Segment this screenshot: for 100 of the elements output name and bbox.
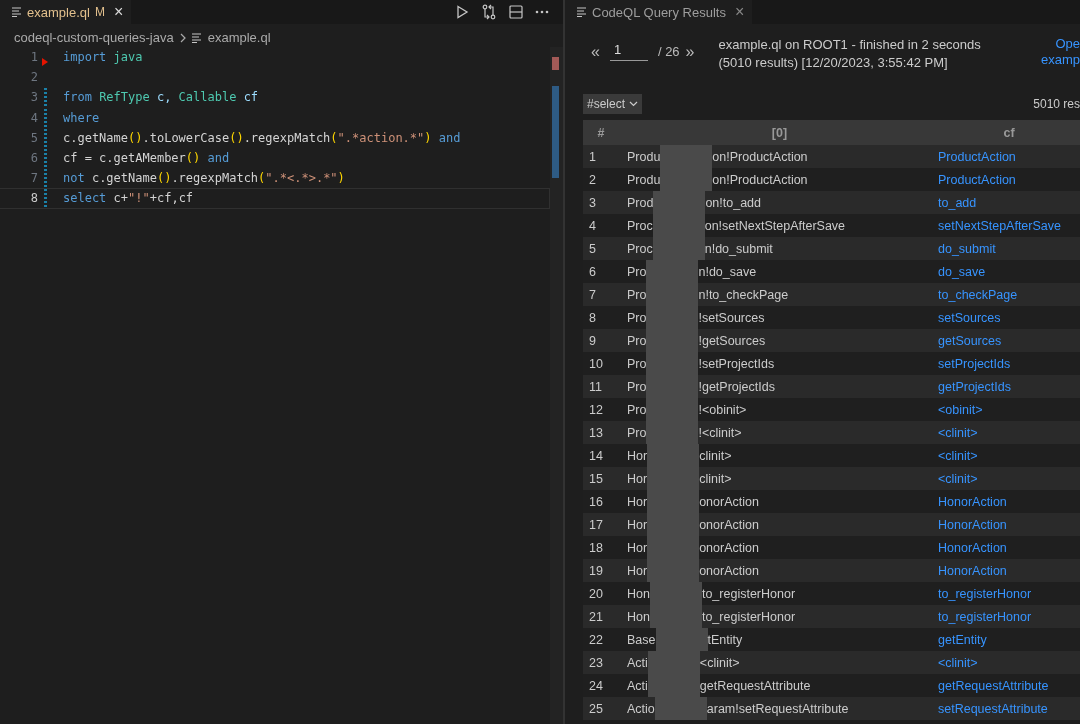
result-link[interactable]: <clinit> (938, 471, 978, 486)
previous-page-button[interactable]: « (591, 42, 600, 61)
row-number: 6 (588, 264, 597, 279)
compare-icon[interactable] (481, 4, 497, 20)
open-query-link[interactable]: Ope (1055, 36, 1080, 52)
column-header[interactable]: cf (932, 125, 1080, 140)
cell-text: aram!setRequestAttribute (706, 701, 849, 716)
row-number: 16 (588, 494, 604, 509)
close-button[interactable]: × (734, 3, 745, 21)
cell-text: Hor (627, 563, 648, 578)
row-number: 3 (588, 195, 597, 210)
line-number: 7 (29, 171, 38, 186)
cell-text: getRequestAttribute (699, 678, 811, 693)
line-number: 8 (29, 191, 38, 206)
cell-text: Pro (627, 379, 647, 394)
line-number: 6 (29, 151, 38, 166)
result-link[interactable]: to_registerHonor (938, 586, 1032, 601)
breadcrumb-item[interactable]: codeql-custom-queries-java (14, 30, 174, 45)
open-query-link[interactable]: examp (1040, 52, 1080, 68)
result-link[interactable]: setProjectIds (938, 356, 1011, 371)
row-number: 23 (588, 655, 604, 670)
results-tab[interactable]: CodeQL Query Results × (565, 0, 753, 24)
row-number: 18 (588, 540, 604, 555)
result-link[interactable]: <obinit> (938, 402, 983, 417)
cell-text: Proc (627, 218, 653, 233)
cell-text: Hon (627, 586, 650, 601)
page-total: / 26 (657, 44, 680, 59)
result-link[interactable]: do_save (938, 264, 986, 279)
result-link[interactable]: <clinit> (938, 655, 978, 670)
code-line: from RefType c, Callable cf (63, 90, 259, 105)
run-icon[interactable] (455, 5, 469, 19)
result-link[interactable]: do_submit (938, 241, 996, 256)
breadcrumb-item[interactable]: example.ql (207, 30, 271, 45)
next-page-button[interactable]: » (685, 42, 695, 61)
result-link[interactable]: <clinit> (938, 448, 978, 463)
result-link[interactable]: HonorAction (938, 540, 1007, 555)
result-set-dropdown[interactable]: #select (583, 94, 643, 114)
column-header[interactable]: [0] (619, 125, 932, 140)
code-line: c.getName().toLowerCase().regexpMatch(".*action.*") and (63, 130, 461, 145)
cell-text: !<clinit> (698, 425, 742, 440)
cell-text: clinit> (699, 471, 732, 486)
result-link[interactable]: HonorAction (938, 494, 1007, 509)
cell-text: Pro (627, 402, 647, 417)
result-link[interactable]: setRequestAttribute (938, 701, 1048, 716)
cell-text: Acti (627, 655, 648, 670)
line-number: 1 (29, 50, 38, 65)
cell-text: onorAction (699, 517, 759, 532)
split-editor-icon[interactable] (509, 5, 523, 19)
row-number: 7 (588, 287, 597, 302)
result-link[interactable]: to_registerHonor (938, 609, 1032, 624)
cell-text: n!to_checkPage (698, 287, 789, 302)
page-field[interactable]: 1 (609, 42, 648, 61)
cell-text: Hon (627, 609, 650, 624)
more-icon[interactable] (535, 10, 549, 14)
file-lines-icon (12, 7, 22, 17)
cell-text: !getProjectIds (698, 379, 775, 394)
result-link[interactable]: getProjectIds (938, 379, 1011, 394)
column-header[interactable]: # (583, 125, 619, 140)
cell-text: Hor (627, 517, 648, 532)
cell-text: to_registerHonor (701, 609, 796, 624)
file-lines-icon (577, 7, 587, 17)
code-line: not c.getName().regexpMatch(".*<.*>.*") (63, 171, 345, 186)
row-number: 11 (588, 379, 603, 394)
cell-text: on!ProductAction (712, 172, 808, 187)
line-number: 2 (29, 70, 38, 85)
result-count: 5010 res (1033, 97, 1080, 111)
row-number: 17 (588, 517, 604, 532)
cell-text: Hor (627, 540, 648, 555)
result-link[interactable]: to_add (938, 195, 977, 210)
result-link[interactable]: ProductAction (938, 149, 1016, 164)
close-button[interactable]: × (113, 3, 124, 21)
cell-text: on!to_add (705, 195, 761, 210)
result-link[interactable]: setNextStepAfterSave (938, 218, 1061, 233)
result-link[interactable]: setSources (938, 310, 1001, 325)
code-line: cf = c.getAMember() and (63, 151, 230, 166)
result-link[interactable]: getSources (938, 333, 1002, 348)
line-number: 4 (29, 110, 38, 125)
row-number: 21 (588, 609, 604, 624)
result-link[interactable]: HonorAction (938, 517, 1007, 532)
row-number: 10 (588, 356, 604, 371)
result-link[interactable]: ProductAction (938, 172, 1016, 187)
cell-text: onorAction (699, 563, 759, 578)
line-number: 5 (29, 130, 38, 145)
result-link[interactable]: <clinit> (938, 425, 978, 440)
line-number: 3 (29, 90, 38, 105)
query-summary: example.ql on ROOT1 - finished in 2 seconds (5010 results) [12/20/2023, 3:55:42 PM] (718, 36, 982, 72)
cell-text: Hor (627, 471, 648, 486)
cell-text: onorAction (699, 494, 759, 509)
cell-text: Pro (627, 333, 647, 348)
result-link[interactable]: HonorAction (938, 563, 1007, 578)
cell-text: Pro (627, 264, 647, 279)
result-link[interactable]: getEntity (938, 632, 987, 647)
result-link[interactable]: to_checkPage (938, 287, 1018, 302)
row-number: 14 (588, 448, 604, 463)
chevron-down-icon (629, 101, 639, 107)
editor-tab[interactable]: example.ql M × (0, 0, 132, 24)
cell-text: !setSources (698, 310, 765, 325)
tab-title: CodeQL Query Results (592, 4, 726, 20)
cell-text: clinit> (699, 448, 732, 463)
result-link[interactable]: getRequestAttribute (938, 678, 1049, 693)
